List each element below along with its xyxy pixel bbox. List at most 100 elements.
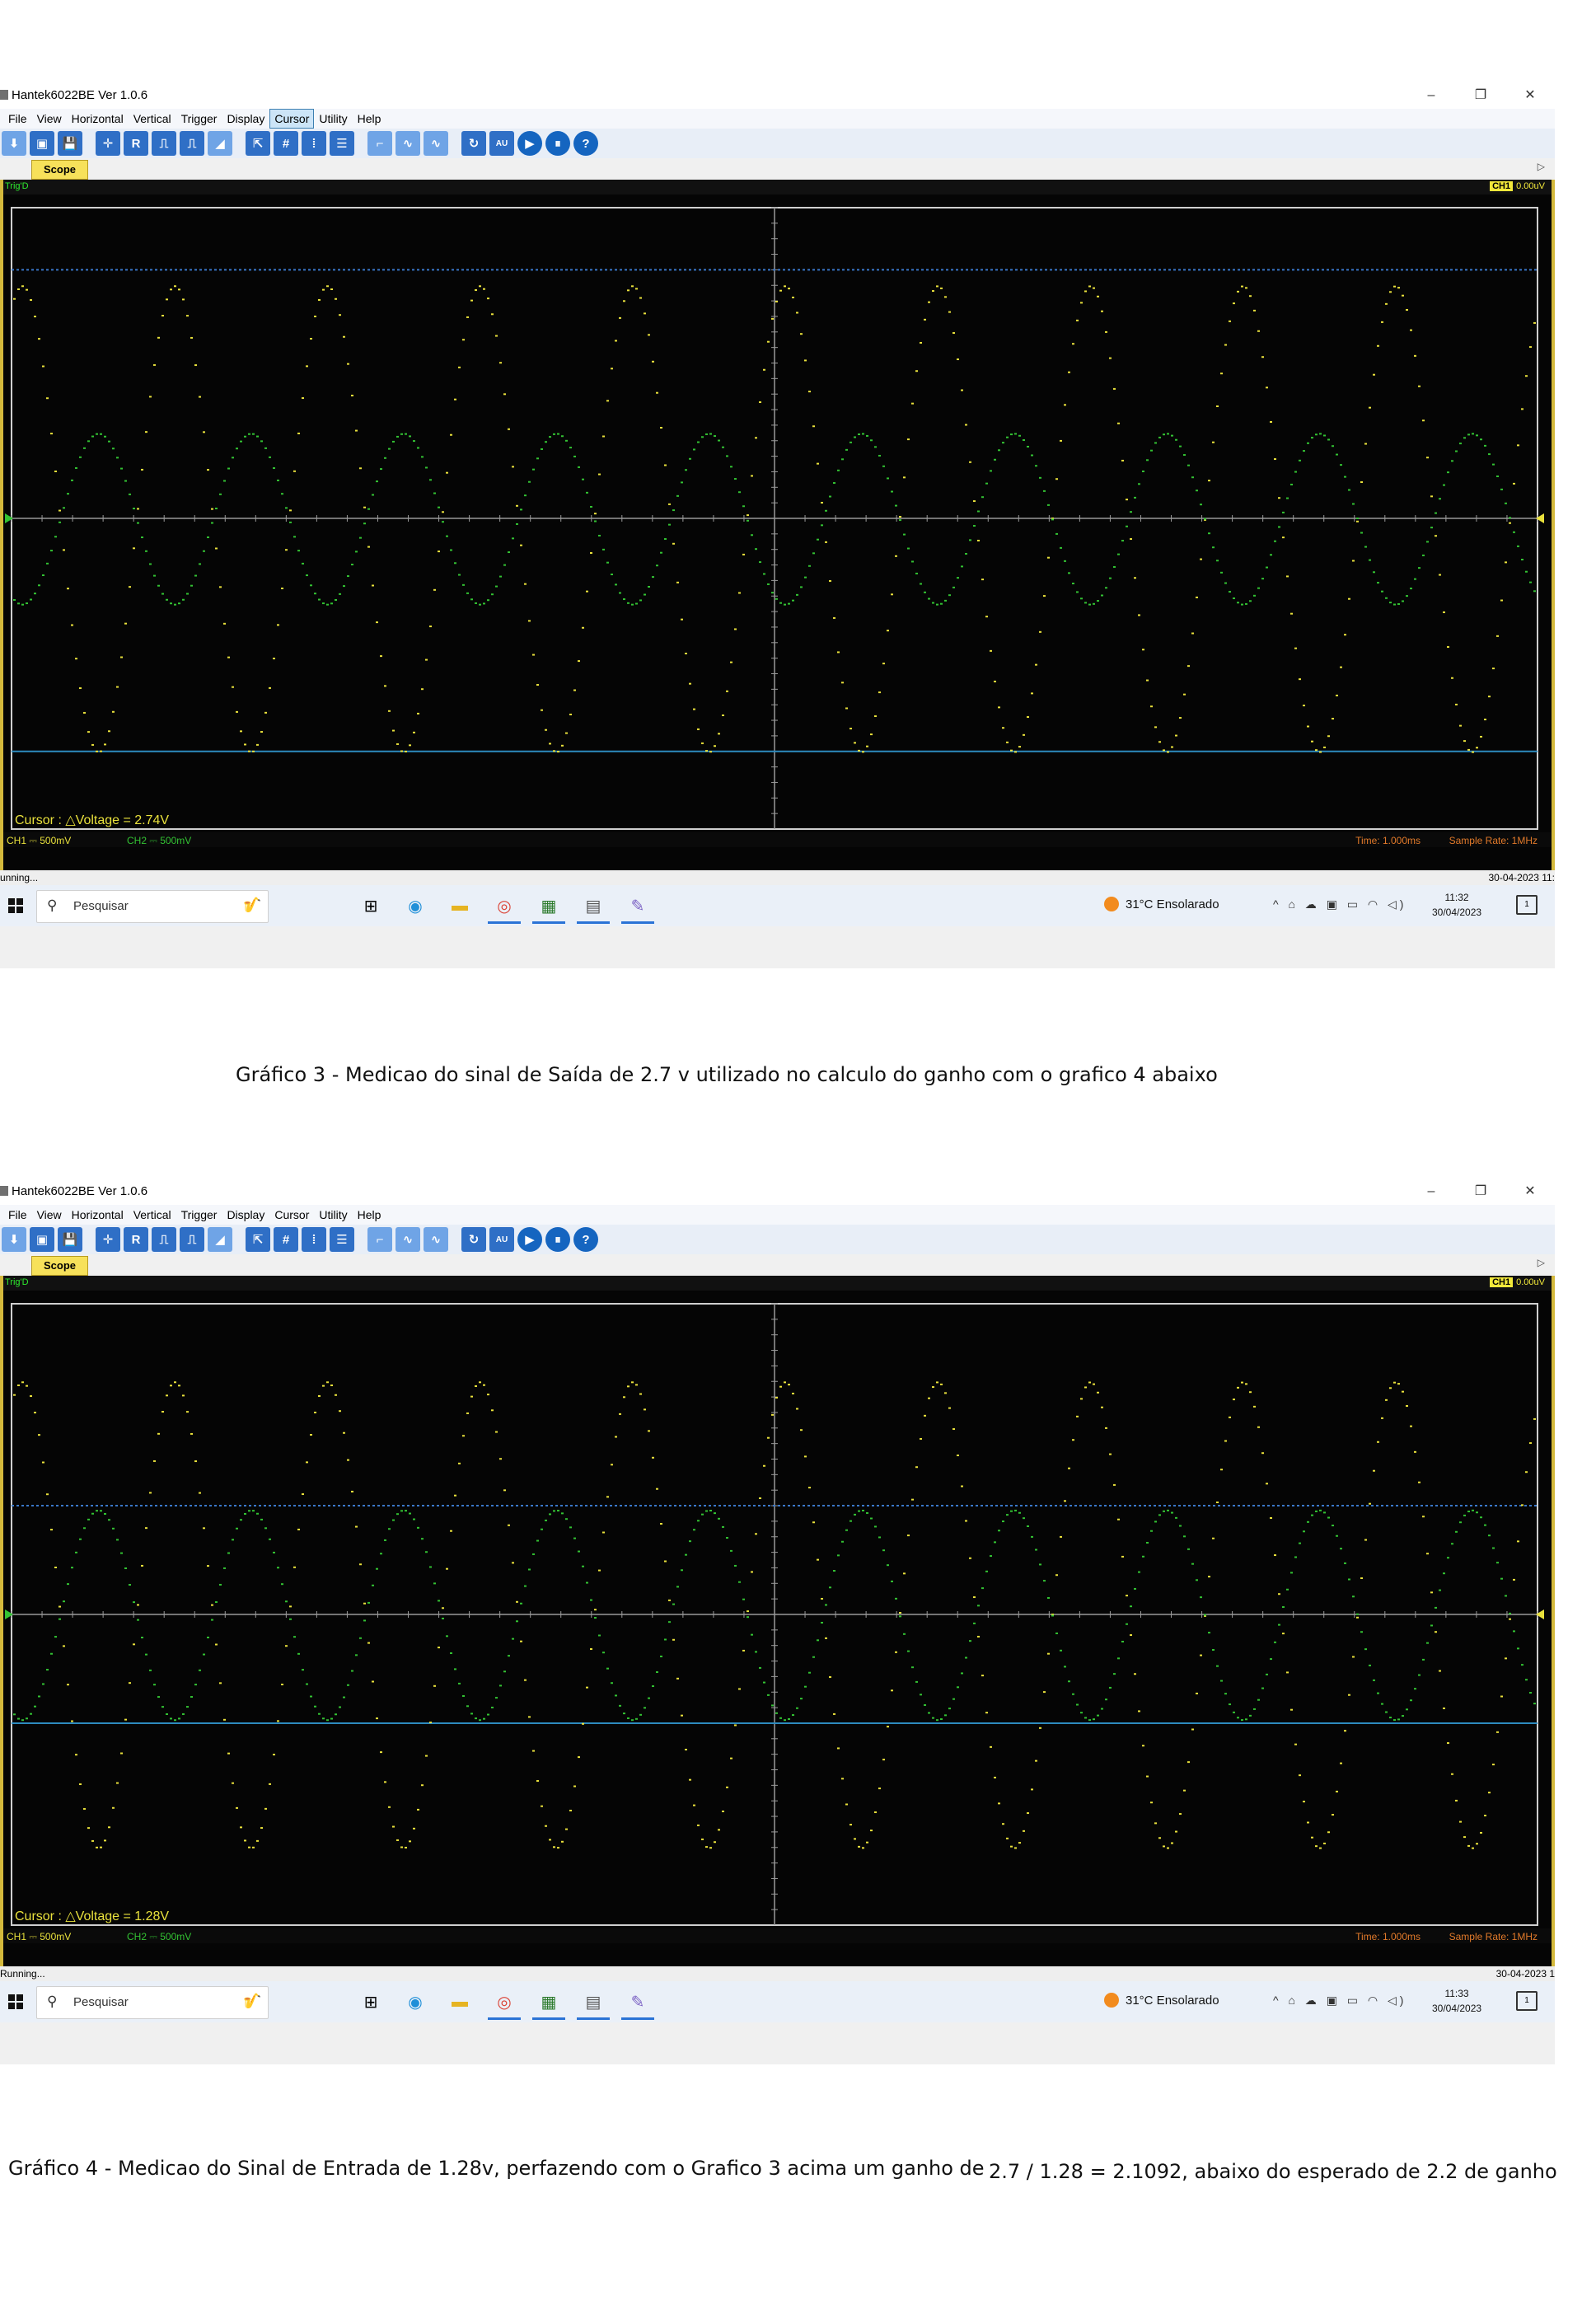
menu-vertical[interactable]: Vertical bbox=[129, 109, 176, 129]
notification-icon[interactable]: 1 bbox=[1516, 895, 1538, 915]
taskbar-search[interactable]: ⚲ Pesquisar 🎷 bbox=[36, 1986, 269, 2019]
monitor-app-icon[interactable]: ▤ bbox=[577, 1986, 610, 2020]
close-icon[interactable]: ✕ bbox=[1505, 82, 1555, 109]
menu-display[interactable]: Display bbox=[222, 109, 269, 129]
edge-icon[interactable]: ◉ bbox=[399, 890, 432, 924]
minimize-icon[interactable]: – bbox=[1406, 1178, 1456, 1205]
menu-cursor[interactable]: Cursor bbox=[269, 109, 315, 129]
cursor-icon[interactable]: ⇱ bbox=[246, 1227, 270, 1252]
restore-icon[interactable]: ❐ bbox=[1456, 1178, 1505, 1205]
ramp-icon[interactable]: ◢ bbox=[208, 1227, 232, 1252]
pulse-icon[interactable]: ⎍ bbox=[152, 1227, 176, 1252]
menu-utility[interactable]: Utility bbox=[314, 109, 352, 129]
ch2-waveform-point bbox=[1064, 1666, 1066, 1668]
dots-icon[interactable]: ⁞ bbox=[302, 131, 326, 156]
taskbar-search[interactable]: ⚲ Pesquisar 🎷 bbox=[36, 890, 269, 923]
zoom-icon[interactable]: ✛ bbox=[96, 131, 120, 156]
menu-view[interactable]: View bbox=[32, 109, 67, 129]
step-icon[interactable]: ⌐ bbox=[367, 131, 392, 156]
menu-view[interactable]: View bbox=[32, 1205, 67, 1225]
menu-cursor[interactable]: Cursor bbox=[269, 1205, 314, 1225]
pause-icon[interactable]: ⏸ bbox=[545, 131, 570, 156]
monitor-app-icon[interactable]: ▤ bbox=[577, 890, 610, 924]
menu-horizontal[interactable]: Horizontal bbox=[67, 109, 129, 129]
task-view-icon[interactable]: ⊞ bbox=[354, 890, 387, 924]
step-icon[interactable]: ⌐ bbox=[367, 1227, 392, 1252]
auto-icon[interactable]: AU bbox=[489, 1227, 514, 1252]
reference-icon[interactable]: R bbox=[124, 1227, 148, 1252]
disk-icon[interactable]: 💾 bbox=[58, 131, 82, 156]
pause-icon[interactable]: ⏸ bbox=[545, 1227, 570, 1252]
weather-widget[interactable]: 31°C Ensolarado bbox=[1104, 1993, 1219, 2008]
menu-vertical[interactable]: Vertical bbox=[129, 1205, 176, 1225]
paint-icon[interactable]: ✎ bbox=[621, 1986, 654, 2020]
zoom-icon[interactable]: ✛ bbox=[96, 1227, 120, 1252]
system-tray-icons[interactable]: ^ ⌂ ☁ ▣ ▭ ◠ ◁) bbox=[1273, 897, 1406, 911]
task-view-icon[interactable]: ⊞ bbox=[354, 1986, 387, 2020]
menu-trigger[interactable]: Trigger bbox=[176, 109, 222, 129]
menu-trigger[interactable]: Trigger bbox=[176, 1205, 222, 1225]
reference-icon[interactable]: R bbox=[124, 131, 148, 156]
system-tray-icons[interactable]: ^ ⌂ ☁ ▣ ▭ ◠ ◁) bbox=[1273, 1994, 1406, 2008]
tab-scroll-icon[interactable]: ▷ bbox=[1538, 1257, 1545, 1268]
sine-icon[interactable]: ∿ bbox=[424, 1227, 448, 1252]
pulse-icon[interactable]: ⎍ bbox=[152, 131, 176, 156]
paint-icon[interactable]: ✎ bbox=[621, 890, 654, 924]
hantek-app-icon[interactable]: ▦ bbox=[532, 1986, 565, 2020]
menu-file[interactable]: File bbox=[3, 109, 32, 129]
dots-icon[interactable]: ⁞ bbox=[302, 1227, 326, 1252]
hantek-app-icon[interactable]: ▦ bbox=[532, 890, 565, 924]
edge-icon[interactable]: ◉ bbox=[399, 1986, 432, 2020]
lines-icon[interactable]: ☰ bbox=[330, 1227, 354, 1252]
menu-file[interactable]: File bbox=[3, 1205, 32, 1225]
auto-icon[interactable]: AU bbox=[489, 131, 514, 156]
chrome-icon[interactable]: ◎ bbox=[488, 1986, 521, 2020]
file-explorer-icon[interactable]: ▬ bbox=[443, 1986, 476, 2020]
refresh-icon[interactable]: ↻ bbox=[461, 131, 486, 156]
grid-icon[interactable]: # bbox=[274, 1227, 298, 1252]
ch1-waveform-point bbox=[767, 340, 770, 343]
tab-scope[interactable]: Scope bbox=[31, 1256, 89, 1276]
play-icon[interactable]: ▶ bbox=[517, 131, 542, 156]
pulse-two-icon[interactable]: ⎍ bbox=[180, 131, 204, 156]
scope-screen[interactable]: Cursor : △Voltage = 2.74V CH1 ⎓ 500mV CH2 … bbox=[0, 194, 1555, 870]
ch1-waveform-point bbox=[1121, 1555, 1124, 1558]
chrome-icon[interactable]: ◎ bbox=[488, 890, 521, 924]
pulse-two-icon[interactable]: ⎍ bbox=[180, 1227, 204, 1252]
menu-display[interactable]: Display bbox=[222, 1205, 269, 1225]
menu-horizontal[interactable]: Horizontal bbox=[67, 1205, 129, 1225]
save-icon[interactable]: ▣ bbox=[30, 1227, 54, 1252]
play-icon[interactable]: ▶ bbox=[517, 1227, 542, 1252]
load-icon[interactable]: ⬇ bbox=[2, 131, 26, 156]
weather-widget[interactable]: 31°C Ensolarado bbox=[1104, 897, 1219, 911]
lines-icon[interactable]: ☰ bbox=[330, 131, 354, 156]
clock[interactable]: 11:32 30/04/2023 bbox=[1432, 890, 1481, 920]
scope-screen[interactable]: Cursor : △Voltage = 1.28V CH1 ⎓ 500mV CH2 … bbox=[0, 1291, 1555, 1966]
minimize-icon[interactable]: – bbox=[1406, 82, 1456, 109]
notification-icon[interactable]: 1 bbox=[1516, 1991, 1538, 2011]
refresh-icon[interactable]: ↻ bbox=[461, 1227, 486, 1252]
load-icon[interactable]: ⬇ bbox=[2, 1227, 26, 1252]
menu-help[interactable]: Help bbox=[353, 1205, 386, 1225]
tab-scope[interactable]: Scope bbox=[31, 160, 89, 180]
help-icon[interactable]: ? bbox=[573, 1227, 598, 1252]
help-icon[interactable]: ? bbox=[573, 131, 598, 156]
ch1-waveform-point bbox=[854, 742, 856, 744]
tab-scroll-icon[interactable]: ▷ bbox=[1538, 161, 1545, 172]
menu-utility[interactable]: Utility bbox=[314, 1205, 352, 1225]
close-icon[interactable]: ✕ bbox=[1505, 1178, 1555, 1205]
grid-icon[interactable]: # bbox=[274, 131, 298, 156]
disk-icon[interactable]: 💾 bbox=[58, 1227, 82, 1252]
wave-icon[interactable]: ∿ bbox=[396, 131, 420, 156]
wave-icon[interactable]: ∿ bbox=[396, 1227, 420, 1252]
cursor-icon[interactable]: ⇱ bbox=[246, 131, 270, 156]
restore-icon[interactable]: ❐ bbox=[1456, 82, 1505, 109]
save-icon[interactable]: ▣ bbox=[30, 131, 54, 156]
file-explorer-icon[interactable]: ▬ bbox=[443, 890, 476, 924]
windows-start-icon[interactable] bbox=[8, 1994, 23, 2009]
windows-start-icon[interactable] bbox=[8, 898, 23, 913]
clock[interactable]: 11:33 30/04/2023 bbox=[1432, 1986, 1481, 2016]
sine-icon[interactable]: ∿ bbox=[424, 131, 448, 156]
menu-help[interactable]: Help bbox=[353, 109, 386, 129]
ramp-icon[interactable]: ◢ bbox=[208, 131, 232, 156]
